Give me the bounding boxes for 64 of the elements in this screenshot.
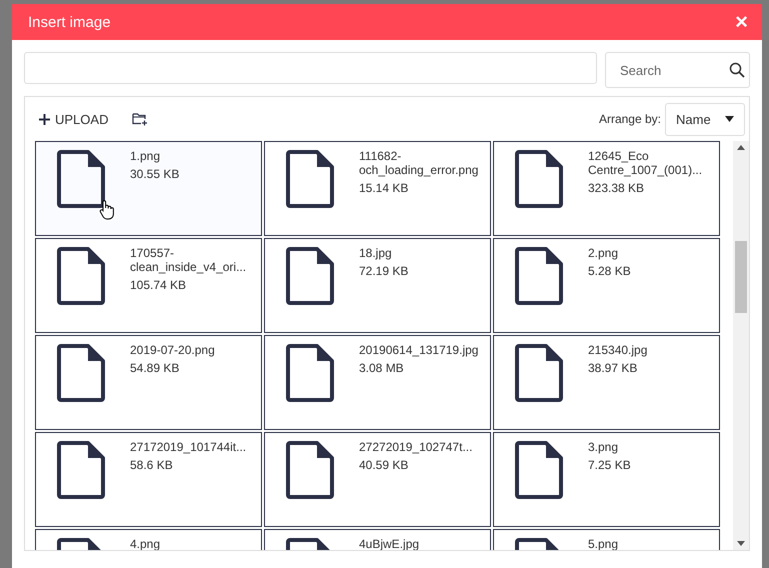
path-field[interactable]	[24, 52, 597, 84]
caret-icon	[725, 116, 734, 122]
file-icon	[285, 440, 335, 500]
file-name: 2019-07-20.png	[130, 343, 216, 357]
file-icon	[56, 149, 106, 209]
file-tile[interactable]: 18.jpg 72.19 KB	[264, 238, 491, 333]
file-size: 72.19 KB	[359, 264, 410, 278]
file-name: 3.png	[588, 440, 620, 454]
file-size: 58.6 KB	[130, 458, 174, 472]
file-tile[interactable]: 2.png 5.28 KB	[493, 238, 720, 333]
file-size: 323.38 KB	[588, 181, 646, 195]
hand-cursor-icon	[99, 200, 115, 220]
file-name: 27172019_101744it...	[130, 440, 248, 454]
new-folder-button[interactable]	[132, 112, 148, 126]
file-name: 12645_Eco Centre_1007_(001)...	[588, 149, 704, 177]
file-icon	[285, 149, 335, 209]
search-field[interactable]: Search	[605, 52, 750, 88]
file-size: 105.74 KB	[130, 278, 188, 292]
folder-plus-icon	[132, 112, 148, 126]
file-tile[interactable]: 3.png 7.25 KB	[493, 432, 720, 527]
file-name: 170557-clean_inside_v4_ori...	[130, 246, 248, 274]
arrange-by-label: Arrange by:	[598, 112, 661, 126]
file-size: 7.25 KB	[588, 458, 632, 472]
file-icon	[285, 343, 335, 403]
upload-button[interactable]: UPLOAD	[39, 112, 108, 126]
file-size: 3.08 MB	[359, 361, 405, 375]
arrange-by-dropdown[interactable]: Name	[665, 102, 745, 136]
scroll-up-icon[interactable]	[737, 145, 745, 150]
file-icon	[285, 246, 335, 306]
file-tile[interactable]: 2019-07-20.png 54.89 KB	[35, 335, 262, 430]
file-name: 111682-och_loading_error.png	[359, 149, 480, 177]
file-icon	[514, 149, 564, 209]
file-size: 54.89 KB	[130, 361, 180, 375]
file-tile[interactable]: 27272019_102747t... 40.59 KB	[264, 432, 491, 527]
search-icon	[729, 62, 745, 78]
file-icon	[56, 343, 106, 403]
file-tile[interactable]: 27172019_101744it... 58.6 KB	[35, 432, 262, 527]
file-tile[interactable]: 170557-clean_inside_v4_ori... 105.74 KB	[35, 238, 262, 333]
file-name: 18.jpg	[359, 246, 393, 260]
file-name: 215340.jpg	[588, 343, 648, 357]
dialog-title: Insert image	[28, 14, 111, 30]
file-size: 5.28 KB	[588, 264, 632, 278]
file-size: 38.97 KB	[588, 361, 638, 375]
file-tile[interactable]: 215340.jpg 38.97 KB	[493, 335, 720, 430]
scrollbar[interactable]	[733, 141, 749, 550]
file-tile[interactable]: 1.png 30.55 KB	[35, 141, 262, 236]
file-name: 2.png	[588, 246, 620, 260]
file-name: 1.png	[130, 149, 162, 163]
file-icon	[514, 246, 564, 306]
file-name: 20190614_131719.jpg	[359, 343, 480, 357]
file-size: 40.59 KB	[359, 458, 410, 472]
file-tile[interactable]: 12645_Eco Centre_1007_(001)... 323.38 KB	[493, 141, 720, 236]
file-icon	[514, 343, 564, 403]
scroll-down-icon[interactable]	[737, 541, 745, 546]
file-size: 15.14 KB	[359, 181, 410, 195]
plus-icon	[39, 114, 50, 124]
file-name: 27272019_102747t...	[359, 440, 474, 454]
file-tile[interactable]: 111682-och_loading_error.png 15.14 KB	[264, 141, 491, 236]
file-icon	[56, 246, 106, 306]
file-icon	[514, 440, 564, 500]
file-tile[interactable]: 20190614_131719.jpg 3.08 MB	[264, 335, 491, 430]
file-size: 30.55 KB	[130, 167, 180, 181]
scrollbar-thumb[interactable]	[735, 241, 747, 313]
file-icon	[56, 440, 106, 500]
